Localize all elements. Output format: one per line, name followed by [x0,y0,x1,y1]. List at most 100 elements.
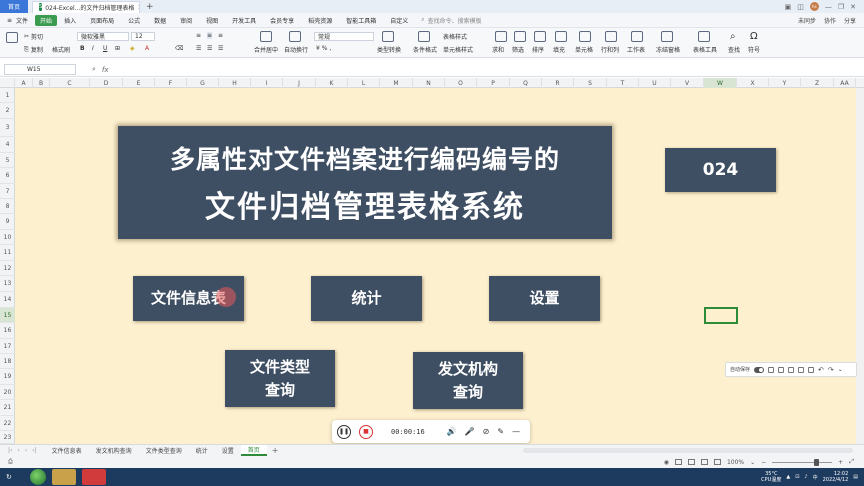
column-header[interactable]: L [348,78,380,88]
freeze-button[interactable]: 冻结窗格 [656,45,680,54]
undo-icon[interactable]: ↶ [818,366,824,374]
layout-icon[interactable]: ▣ [785,3,792,11]
menu-dev-tools[interactable]: 开发工具 [225,16,263,25]
row-header[interactable]: 10 [0,230,15,245]
menu-data[interactable]: 数据 [147,16,173,25]
wrap-text-icon[interactable] [289,31,301,42]
cell-style-button[interactable]: 单元格样式 [443,45,473,54]
align-center-icon[interactable]: ☰ [207,45,212,52]
column-header[interactable]: T [607,78,639,88]
column-header[interactable]: Z [801,78,834,88]
sheet-tab-settings[interactable]: 设置 [215,445,241,456]
column-header[interactable]: Y [769,78,801,88]
table-tools-icon[interactable] [698,31,710,42]
menu-formula[interactable]: 公式 [121,16,147,25]
ime-icon[interactable]: 中 [813,474,818,481]
menu-view[interactable]: 视图 [199,16,225,25]
column-header[interactable]: O [445,78,477,88]
table-style-button[interactable]: 表格样式 [443,32,467,41]
fill-icon[interactable] [555,31,567,42]
clear-icon[interactable]: ⌫ [175,45,183,52]
row-header[interactable]: 19 [0,369,15,385]
italic-button[interactable]: I [92,45,94,52]
percent-icon[interactable]: ¥ % , [316,45,331,52]
menu-member[interactable]: 会员专享 [263,16,301,25]
notification-icon[interactable]: ▤ [853,474,858,480]
filter-button[interactable]: 筛选 [512,45,524,54]
name-box[interactable]: W15 [4,64,76,75]
bold-button[interactable]: B [80,45,85,52]
worksheet-icon[interactable] [631,31,643,42]
sheet-tab-issuer-query[interactable]: 发文机构查询 [89,445,139,456]
menu-docer[interactable]: 稻壳资源 [301,16,339,25]
speaker-icon[interactable]: 🔊 [447,427,457,436]
menu-page-layout[interactable]: 页面布局 [83,16,121,25]
menu-start[interactable]: 开始 [35,14,58,26]
menu-review[interactable]: 审阅 [173,16,199,25]
close-icon[interactable]: ✕ [850,3,856,11]
export-icon[interactable] [778,366,785,373]
column-header[interactable]: B [33,78,50,88]
sheet-tab-file-type-query[interactable]: 文件类型查询 [139,445,189,456]
menu-insert[interactable]: 插入 [57,16,83,25]
zoom-slider[interactable] [772,458,833,466]
sync-button[interactable]: 未同步 [798,16,816,25]
align-right-icon[interactable]: ☰ [218,45,223,52]
next-sheet-icon[interactable]: › [25,447,27,454]
column-header[interactable]: M [380,78,413,88]
avatar[interactable]: hs [809,2,819,11]
cells-icon[interactable] [579,31,591,42]
column-header[interactable]: P [477,78,510,88]
rows-cols-icon[interactable] [605,31,617,42]
normal-view-icon[interactable] [674,459,682,465]
row-header[interactable]: 14 [0,292,15,308]
cond-format-button[interactable]: 条件格式 [413,45,437,54]
worksheet-canvas[interactable]: 多属性对文件档案进行编码编号的 文件归档管理表格系统 024 文件信息表 统计 … [15,88,856,444]
clock[interactable]: 12:02 2022/4/12 [823,471,849,483]
column-header[interactable]: Q [510,78,542,88]
row-header[interactable]: 5 [0,153,15,168]
row-header[interactable]: 11 [0,245,15,261]
merge-center-button[interactable]: 合并居中 [254,45,278,54]
column-header[interactable]: E [123,78,155,88]
zoom-out-icon[interactable]: − [761,459,766,466]
column-header[interactable]: D [90,78,123,88]
tray-chevron-icon[interactable]: ▲ [786,474,790,480]
align-middle-icon[interactable]: ≡ [207,32,213,39]
underline-button[interactable]: U [103,45,107,52]
network-icon[interactable]: ⊡ [795,474,799,480]
font-color-icon[interactable]: A [145,45,149,52]
freeze-icon[interactable] [661,31,673,42]
redo-icon[interactable]: ↷ [828,366,834,374]
eye-protect-icon[interactable]: ◉ [664,459,669,466]
settings-button[interactable]: 设置 [489,276,600,321]
chevron-down-icon[interactable]: ⌄ [838,366,843,373]
wps-taskbar-icon[interactable] [81,469,106,485]
column-header[interactable]: G [187,78,219,88]
minimize-icon[interactable]: — [825,3,832,11]
zoom-in-icon[interactable]: + [838,459,843,466]
skin-icon[interactable]: ◫ [797,3,804,11]
microphone-icon[interactable]: 🎤 [465,427,475,436]
sheet-tab-stats[interactable]: 统计 [189,445,215,456]
pdf-icon[interactable] [788,366,795,373]
column-header[interactable]: F [155,78,187,88]
font-size-select[interactable]: 12 [131,32,155,41]
align-top-icon[interactable]: ≡ [196,32,201,39]
border-icon[interactable]: ⊞ [115,45,120,52]
explorer-taskbar-icon[interactable] [51,469,76,485]
table-tools-button[interactable]: 表格工具 [693,45,717,54]
share-button[interactable]: 分享 [844,16,856,25]
column-header[interactable]: H [219,78,251,88]
last-sheet-icon[interactable]: ›| [32,447,36,454]
row-header[interactable]: 8 [0,199,15,214]
file-type-query-button[interactable]: 文件类型 查询 [225,350,335,407]
zoom-level[interactable]: 100% [727,459,744,466]
row-header[interactable]: 3 [0,119,15,137]
new-tab-button[interactable]: + [146,2,154,12]
selected-cell[interactable] [704,307,738,324]
cut-button[interactable]: ✂ 剪切 [24,32,43,41]
print-icon[interactable] [798,366,805,373]
sheet-tab-file-info[interactable]: 文件信息表 [45,445,89,456]
prev-sheet-icon[interactable]: ‹ [17,447,19,454]
